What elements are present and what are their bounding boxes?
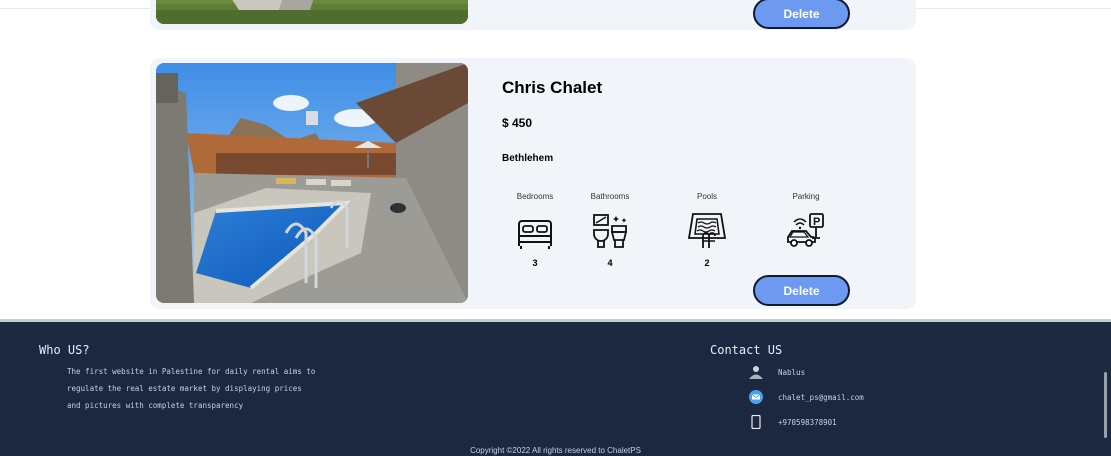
amenity-label: Bathrooms [590, 192, 630, 201]
contact-location: Nablus [748, 365, 805, 379]
scrollbar-thumb[interactable] [1104, 372, 1107, 438]
listing-card: Chris Chalet $ 450 Bethlehem Bedrooms 3 … [150, 58, 916, 309]
email-icon [749, 390, 763, 404]
phone-icon [751, 415, 761, 429]
page: Delete Chris Chalet $ 450 Bethlehem Bedr… [0, 0, 1111, 456]
contact-email-text: chalet_ps@gmail.com [778, 392, 864, 402]
chalet-city: Bethlehem [502, 153, 554, 164]
delete-button[interactable]: Delete [753, 275, 850, 306]
listing-photo-previous [156, 0, 468, 24]
amenity-count: 3 [532, 258, 538, 268]
amenity-bathrooms: Bathrooms 4 [580, 192, 640, 270]
contact-location-text: Nablus [778, 367, 806, 377]
chalet-title: Chris Chalet [502, 78, 603, 97]
bed-icon [518, 220, 552, 249]
contact-us-heading: Contact US [710, 343, 783, 357]
amenity-count: 2 [704, 258, 710, 268]
contact-phone[interactable]: +970598378901 [748, 415, 837, 429]
who-us-heading: Who US? [39, 343, 90, 357]
amenity-bedrooms: Bedrooms 3 [505, 192, 565, 270]
copyright-text: Copyright ©2022 All rights reserved to C… [470, 446, 641, 455]
who-us-text-line: The first website in Palestine for daily… [67, 367, 316, 376]
listing-card-previous: Delete [150, 0, 916, 30]
contact-email[interactable]: chalet_ps@gmail.com [748, 390, 864, 404]
amenity-label: Parking [792, 192, 820, 201]
amenity-label: Pools [696, 192, 717, 201]
chalet-price: $ 450 [502, 116, 533, 130]
listing-photo [156, 63, 468, 303]
parking-icon: P [787, 213, 824, 247]
bathroom-icon [593, 214, 628, 248]
amenity-count: 4 [607, 258, 613, 268]
who-us-text-line: regulate the real estate market by displ… [67, 384, 302, 393]
pool-icon [687, 213, 727, 248]
amenity-label: Bedrooms [516, 192, 554, 201]
svg-text:P: P [813, 216, 820, 228]
amenity-count [776, 258, 836, 270]
delete-button-previous[interactable]: Delete [753, 0, 850, 29]
footer: Who US? The first website in Palestine f… [0, 319, 1111, 456]
who-us-text-line: and pictures with complete transparency [67, 401, 244, 410]
amenity-parking: Parking P [776, 192, 836, 270]
person-icon [749, 366, 763, 379]
amenity-pools: Pools 2 [677, 192, 737, 270]
contact-phone-text: +970598378901 [778, 417, 837, 427]
